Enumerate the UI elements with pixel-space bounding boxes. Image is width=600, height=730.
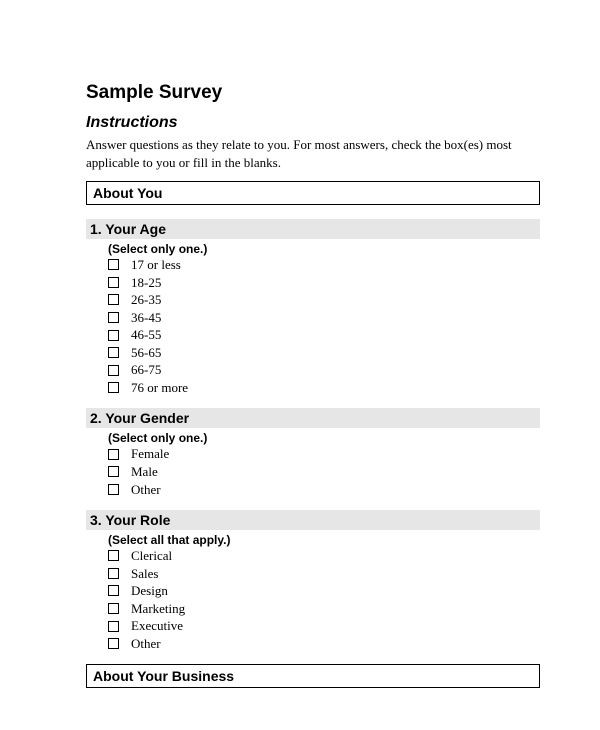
option-label: Female bbox=[131, 445, 169, 463]
option-row: Female bbox=[108, 445, 540, 463]
option-label: Design bbox=[131, 582, 168, 600]
option-label: 17 or less bbox=[131, 256, 181, 274]
option-row: Design bbox=[108, 582, 540, 600]
option-label: 18-25 bbox=[131, 274, 161, 292]
option-row: 66-75 bbox=[108, 361, 540, 379]
option-row: 17 or less bbox=[108, 256, 540, 274]
checkbox-icon[interactable] bbox=[108, 449, 119, 460]
section-about-you: About You bbox=[86, 181, 540, 205]
option-label: 66-75 bbox=[131, 361, 161, 379]
instructions-text: Answer questions as they relate to you. … bbox=[86, 136, 540, 171]
checkbox-icon[interactable] bbox=[108, 347, 119, 358]
option-label: Other bbox=[131, 481, 161, 499]
option-label: Other bbox=[131, 635, 161, 653]
checkbox-icon[interactable] bbox=[108, 382, 119, 393]
section-about-business: About Your Business bbox=[86, 664, 540, 688]
option-row: Clerical bbox=[108, 547, 540, 565]
checkbox-icon[interactable] bbox=[108, 277, 119, 288]
checkbox-icon[interactable] bbox=[108, 259, 119, 270]
option-row: 46-55 bbox=[108, 326, 540, 344]
option-row: 56-65 bbox=[108, 344, 540, 362]
option-label: Clerical bbox=[131, 547, 172, 565]
checkbox-icon[interactable] bbox=[108, 365, 119, 376]
option-label: 46-55 bbox=[131, 326, 161, 344]
page-title: Sample Survey bbox=[86, 82, 540, 104]
option-row: Other bbox=[108, 635, 540, 653]
survey-page: Sample Survey Instructions Answer questi… bbox=[0, 0, 600, 722]
checkbox-icon[interactable] bbox=[108, 294, 119, 305]
question-age: 1. Your Age (Select only one.) 17 or les… bbox=[86, 219, 540, 396]
checkbox-icon[interactable] bbox=[108, 550, 119, 561]
question-title: 2. Your Gender bbox=[86, 408, 540, 428]
option-label: Executive bbox=[131, 617, 183, 635]
option-label: 26-35 bbox=[131, 291, 161, 309]
checkbox-icon[interactable] bbox=[108, 466, 119, 477]
checkbox-icon[interactable] bbox=[108, 621, 119, 632]
option-row: 26-35 bbox=[108, 291, 540, 309]
option-label: 56-65 bbox=[131, 344, 161, 362]
option-row: Marketing bbox=[108, 600, 540, 618]
question-hint: (Select only one.) bbox=[108, 430, 540, 445]
option-row: Male bbox=[108, 463, 540, 481]
option-row: Other bbox=[108, 481, 540, 499]
option-label: Male bbox=[131, 463, 158, 481]
question-hint: (Select all that apply.) bbox=[108, 532, 540, 547]
question-title: 1. Your Age bbox=[86, 219, 540, 239]
checkbox-icon[interactable] bbox=[108, 585, 119, 596]
checkbox-icon[interactable] bbox=[108, 312, 119, 323]
option-label: 36-45 bbox=[131, 309, 161, 327]
option-row: Sales bbox=[108, 565, 540, 583]
checkbox-icon[interactable] bbox=[108, 603, 119, 614]
option-row: Executive bbox=[108, 617, 540, 635]
question-role: 3. Your Role (Select all that apply.) Cl… bbox=[86, 510, 540, 652]
question-gender: 2. Your Gender (Select only one.) Female… bbox=[86, 408, 540, 498]
option-label: Marketing bbox=[131, 600, 185, 618]
checkbox-icon[interactable] bbox=[108, 638, 119, 649]
option-row: 18-25 bbox=[108, 274, 540, 292]
checkbox-icon[interactable] bbox=[108, 330, 119, 341]
option-row: 36-45 bbox=[108, 309, 540, 327]
instructions-heading: Instructions bbox=[86, 114, 540, 132]
checkbox-icon[interactable] bbox=[108, 484, 119, 495]
option-row: 76 or more bbox=[108, 379, 540, 397]
question-title: 3. Your Role bbox=[86, 510, 540, 530]
option-label: 76 or more bbox=[131, 379, 188, 397]
question-hint: (Select only one.) bbox=[108, 241, 540, 256]
checkbox-icon[interactable] bbox=[108, 568, 119, 579]
option-label: Sales bbox=[131, 565, 158, 583]
